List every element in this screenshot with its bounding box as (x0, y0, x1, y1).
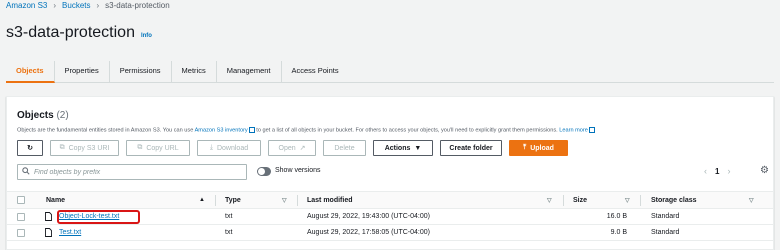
object-name-link[interactable]: Test.txt (59, 229, 81, 236)
table-header: Name ▲ Type ▽ Last modified ▽ Size ▽ Sto… (7, 191, 773, 209)
page-title: s3-data-protection (6, 24, 135, 41)
object-size: 16.0 B (606, 213, 627, 220)
upload-button[interactable]: ⤒ Upload (509, 140, 568, 156)
pagination: ‹ 1 › (704, 166, 730, 176)
file-icon (45, 228, 52, 237)
column-divider (640, 195, 641, 206)
chevron-right-icon: › (53, 1, 57, 10)
actions-dropdown[interactable]: Actions ▼ (373, 140, 433, 156)
object-storage-class: Standard (651, 229, 680, 236)
caret-down-icon: ▼ (414, 144, 422, 152)
search-row: Show versions ‹ 1 › ⚙ (17, 164, 775, 180)
tab-properties[interactable]: Properties (55, 61, 110, 83)
tab-metrics[interactable]: Metrics (172, 61, 217, 83)
open-label: Open (278, 144, 296, 152)
download-button[interactable]: ⤓ Download (197, 140, 261, 156)
search-input[interactable] (17, 164, 247, 180)
current-page[interactable]: 1 (715, 167, 719, 176)
highlight-box (57, 210, 140, 224)
objects-panel: Objects (2) Objects are the fundamental … (6, 96, 774, 250)
table-row: Object-Lock-test.txt txt August 29, 2022… (7, 209, 773, 225)
download-label: Download (216, 144, 249, 152)
chevron-right-icon: › (96, 1, 100, 10)
external-link-icon (588, 127, 595, 133)
col-last-modified[interactable]: Last modified (307, 197, 353, 204)
create-folder-button[interactable]: Create folder (440, 140, 502, 156)
download-icon: ⤓ (209, 144, 213, 151)
tabs-bar: Objects Properties Permissions Metrics M… (6, 61, 774, 83)
object-size: 9.0 B (610, 229, 627, 236)
col-size[interactable]: Size (573, 197, 587, 204)
upload-label: Upload (530, 144, 554, 152)
copy-s3-uri-label: Copy S3 URI (68, 144, 110, 152)
external-link-icon: ↗ (299, 145, 306, 152)
external-link-icon (248, 127, 255, 133)
breadcrumb-current: s3-data-protection (105, 1, 170, 10)
refresh-button[interactable]: ↻ (17, 140, 43, 156)
copy-url-label: Copy URL (146, 144, 179, 152)
toolbar: ↻ ⧉ Copy S3 URI ⧉ Copy URL ⤓ Download Op… (17, 140, 568, 156)
copy-url-button[interactable]: ⧉ Copy URL (126, 140, 190, 156)
tab-objects[interactable]: Objects (6, 61, 55, 83)
objects-header: Objects (2) (17, 110, 69, 121)
desc-text-2: to get a list of all objects in your buc… (254, 127, 560, 134)
col-name[interactable]: Name (46, 197, 65, 204)
show-versions-toggle[interactable] (257, 167, 271, 176)
sort-icon[interactable]: ▽ (547, 197, 552, 204)
copy-icon: ⧉ (137, 144, 143, 151)
learn-more-link[interactable]: Learn more (559, 127, 588, 133)
object-storage-class: Standard (651, 213, 680, 220)
sort-icon[interactable]: ▽ (749, 197, 754, 204)
objects-count: (2) (56, 110, 69, 121)
col-storage-class[interactable]: Storage class (651, 197, 697, 204)
title-row: s3-data-protection Info (6, 24, 152, 42)
row-checkbox[interactable] (17, 213, 25, 221)
objects-table: Name ▲ Type ▽ Last modified ▽ Size ▽ Sto… (7, 191, 773, 241)
refresh-icon: ↻ (27, 145, 33, 152)
delete-label: Delete (334, 144, 355, 152)
upload-icon: ⤒ (523, 144, 527, 151)
tab-access-points[interactable]: Access Points (282, 61, 349, 83)
search-icon (22, 167, 30, 175)
select-all-checkbox[interactable] (17, 196, 25, 204)
column-divider (215, 195, 216, 206)
previous-page-icon[interactable]: ‹ (704, 166, 707, 176)
delete-button[interactable]: Delete (323, 140, 366, 156)
column-divider (297, 195, 298, 206)
object-type: txt (225, 213, 233, 220)
actions-label: Actions (384, 144, 411, 152)
open-button[interactable]: Open ↗ (268, 140, 316, 156)
tab-management[interactable]: Management (217, 61, 282, 83)
copy-s3-uri-button[interactable]: ⧉ Copy S3 URI (50, 140, 119, 156)
row-checkbox[interactable] (17, 229, 25, 237)
sort-icon[interactable]: ▽ (625, 197, 630, 204)
table-row: Test.txt txt August 29, 2022, 17:58:05 (… (7, 225, 773, 241)
show-versions-label: Show versions (275, 167, 321, 174)
copy-icon: ⧉ (59, 144, 65, 151)
breadcrumb: Amazon S3 › Buckets › s3-data-protection (6, 1, 170, 10)
create-folder-label: Create folder (449, 144, 493, 152)
object-last-modified: August 29, 2022, 17:58:05 (UTC-04:00) (307, 229, 430, 236)
file-icon (45, 212, 52, 221)
breadcrumb-amazon-s3[interactable]: Amazon S3 (6, 1, 47, 10)
column-divider (563, 195, 564, 206)
sort-ascending-icon[interactable]: ▲ (199, 197, 205, 203)
objects-description: Objects are the fundamental entities sto… (17, 127, 595, 133)
tab-permissions[interactable]: Permissions (110, 61, 172, 83)
next-page-icon[interactable]: › (727, 166, 730, 176)
object-last-modified: August 29, 2022, 19:43:00 (UTC-04:00) (307, 213, 430, 220)
gear-icon[interactable]: ⚙ (760, 165, 769, 176)
breadcrumb-buckets[interactable]: Buckets (62, 1, 90, 10)
col-type[interactable]: Type (225, 197, 241, 204)
sort-icon[interactable]: ▽ (282, 197, 287, 204)
object-type: txt (225, 229, 233, 236)
info-link[interactable]: Info (141, 33, 152, 39)
inventory-link[interactable]: Amazon S3 inventory (195, 127, 248, 133)
objects-title: Objects (17, 110, 54, 121)
desc-text-1: Objects are the fundamental entities sto… (17, 127, 195, 134)
